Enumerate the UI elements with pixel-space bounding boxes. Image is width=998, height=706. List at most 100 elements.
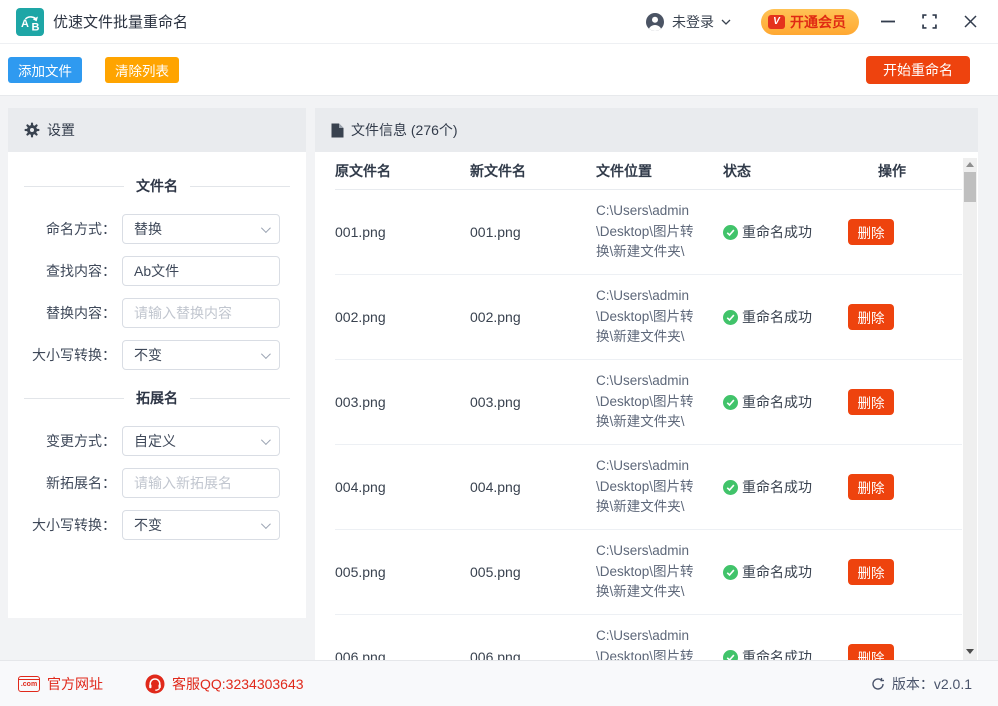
field-replace-content: 替换内容： bbox=[24, 298, 290, 328]
delete-button[interactable]: 删除 bbox=[848, 389, 894, 415]
change-mode-value: 自定义 bbox=[134, 431, 176, 451]
app-window: A B 优速文件批量重命名 未登录 bbox=[0, 0, 998, 706]
case-convert-name-select[interactable]: 不变 bbox=[122, 340, 280, 370]
official-website-link[interactable]: .com 官方网址 bbox=[18, 674, 103, 694]
table-row: 005.png 005.png C:\Users\admin\Desktop\图… bbox=[335, 530, 962, 615]
support-qq-label: 客服QQ:3234303643 bbox=[172, 674, 304, 694]
cell-path: C:\Users\admin\Desktop\图片转换\新建文件夹\ bbox=[596, 286, 723, 349]
user-avatar-icon bbox=[645, 12, 665, 32]
settings-form: 文件名 命名方式： 替换 查找内容： 替换内容： bbox=[8, 152, 306, 540]
footer: .com 官方网址 客服QQ:3234303643 版本：v2.0.1 bbox=[0, 660, 998, 706]
new-extension-input[interactable] bbox=[122, 468, 280, 498]
refresh-icon[interactable] bbox=[871, 677, 885, 691]
table-row: 006.png 006.png C:\Users\admin\Desktop\图… bbox=[335, 615, 962, 660]
add-files-button[interactable]: 添加文件 bbox=[8, 57, 82, 83]
cell-action: 删除 bbox=[848, 559, 962, 585]
cell-action: 删除 bbox=[848, 644, 962, 660]
chevron-down-icon bbox=[721, 19, 731, 25]
naming-mode-value: 替换 bbox=[134, 219, 162, 239]
scroll-up-icon bbox=[966, 162, 974, 167]
titlebar-left: A B 优速文件批量重命名 bbox=[16, 8, 188, 36]
minimize-button[interactable] bbox=[881, 20, 895, 23]
change-mode-select[interactable]: 自定义 bbox=[122, 426, 280, 456]
divider bbox=[190, 398, 290, 399]
delete-button[interactable]: 删除 bbox=[848, 219, 894, 245]
delete-button[interactable]: 删除 bbox=[848, 474, 894, 500]
success-check-icon bbox=[723, 225, 738, 240]
vip-icon: V bbox=[768, 15, 785, 29]
settings-panel: 设置 文件名 命名方式： 替换 查找内容： bbox=[8, 108, 306, 618]
section-filename: 文件名 bbox=[24, 176, 290, 196]
delete-button[interactable]: 删除 bbox=[848, 304, 894, 330]
status-text: 重命名成功 bbox=[742, 562, 812, 582]
case-convert-ext-select[interactable]: 不变 bbox=[122, 510, 280, 540]
app-title: 优速文件批量重命名 bbox=[53, 11, 188, 32]
cell-status: 重命名成功 bbox=[723, 222, 848, 242]
version-label: 版本：v2.0.1 bbox=[892, 674, 972, 694]
case-convert-name-label: 大小写转换： bbox=[24, 345, 116, 365]
scrollbar-thumb[interactable] bbox=[964, 172, 976, 202]
replace-content-input[interactable] bbox=[122, 298, 280, 328]
success-check-icon bbox=[723, 480, 738, 495]
col-path: 文件位置 bbox=[596, 161, 723, 181]
cell-action: 删除 bbox=[848, 474, 962, 500]
maximize-button[interactable] bbox=[922, 14, 937, 29]
toolbar: 添加文件 清除列表 开始重命名 bbox=[0, 44, 998, 96]
svg-text:B: B bbox=[32, 21, 40, 33]
cell-status: 重命名成功 bbox=[723, 477, 848, 497]
field-find-content: 查找内容： bbox=[24, 256, 290, 286]
table-body: 001.png 001.png C:\Users\admin\Desktop\图… bbox=[315, 190, 978, 660]
field-change-mode: 变更方式： 自定义 bbox=[24, 426, 290, 456]
field-naming-mode: 命名方式： 替换 bbox=[24, 214, 290, 244]
delete-button[interactable]: 删除 bbox=[848, 644, 894, 660]
app-logo-icon: A B bbox=[16, 8, 44, 36]
success-check-icon bbox=[723, 310, 738, 325]
status-text: 重命名成功 bbox=[742, 647, 812, 660]
section-extension: 拓展名 bbox=[24, 388, 290, 408]
cell-new: 001.png bbox=[470, 224, 596, 240]
cell-status: 重命名成功 bbox=[723, 647, 848, 660]
divider bbox=[24, 186, 124, 187]
success-check-icon bbox=[723, 565, 738, 580]
cell-action: 删除 bbox=[848, 219, 962, 245]
login-menu[interactable]: 未登录 bbox=[645, 12, 731, 32]
cell-status: 重命名成功 bbox=[723, 392, 848, 412]
window-controls bbox=[881, 14, 977, 29]
naming-mode-select[interactable]: 替换 bbox=[122, 214, 280, 244]
find-content-input[interactable] bbox=[122, 256, 280, 286]
clear-list-button[interactable]: 清除列表 bbox=[105, 57, 179, 83]
website-label: 官方网址 bbox=[47, 674, 103, 694]
customer-service-icon bbox=[145, 674, 165, 694]
version-info: 版本：v2.0.1 bbox=[871, 674, 972, 694]
chevron-down-icon bbox=[261, 435, 271, 445]
success-check-icon bbox=[723, 650, 738, 661]
chevron-down-icon bbox=[261, 223, 271, 233]
scroll-down-button[interactable] bbox=[963, 645, 977, 658]
support-qq-link[interactable]: 客服QQ:3234303643 bbox=[145, 674, 304, 694]
login-status-label: 未登录 bbox=[672, 12, 714, 32]
delete-button[interactable]: 删除 bbox=[848, 559, 894, 585]
open-vip-button[interactable]: V 开通会员 bbox=[761, 9, 859, 35]
scroll-down-icon bbox=[966, 649, 974, 654]
col-action: 操作 bbox=[848, 161, 962, 181]
website-icon: .com bbox=[18, 676, 40, 692]
cell-status: 重命名成功 bbox=[723, 562, 848, 582]
vip-label: 开通会员 bbox=[790, 12, 846, 32]
table-scrollbar[interactable] bbox=[963, 158, 977, 660]
start-rename-button[interactable]: 开始重命名 bbox=[866, 56, 970, 84]
chevron-down-icon bbox=[261, 349, 271, 359]
gear-icon bbox=[24, 122, 40, 138]
table-row: 001.png 001.png C:\Users\admin\Desktop\图… bbox=[335, 190, 962, 275]
cell-original: 004.png bbox=[335, 479, 470, 495]
settings-panel-header: 设置 bbox=[8, 108, 306, 152]
file-info-header: 文件信息 (276个) bbox=[315, 108, 978, 152]
table-header: 原文件名 新文件名 文件位置 状态 操作 bbox=[335, 152, 962, 190]
scroll-up-button[interactable] bbox=[963, 158, 977, 171]
section-title-filename: 文件名 bbox=[136, 176, 178, 196]
field-case-convert-ext: 大小写转换： 不变 bbox=[24, 510, 290, 540]
close-button[interactable] bbox=[964, 15, 977, 28]
cell-status: 重命名成功 bbox=[723, 307, 848, 327]
field-new-extension: 新拓展名： bbox=[24, 468, 290, 498]
settings-panel-title: 设置 bbox=[47, 120, 75, 140]
col-new: 新文件名 bbox=[470, 161, 596, 181]
